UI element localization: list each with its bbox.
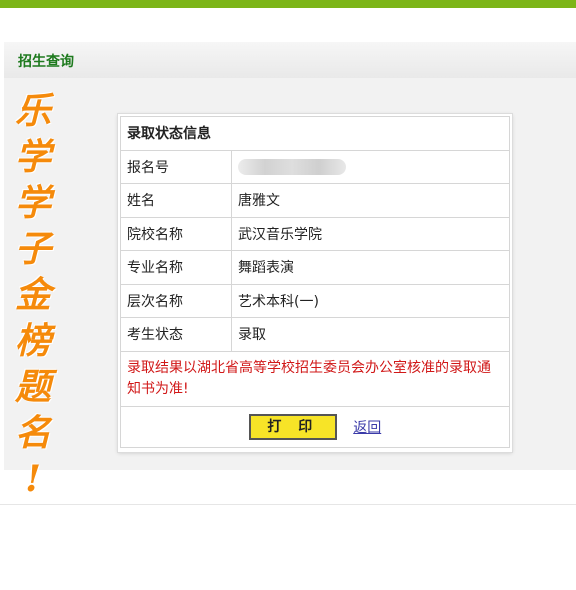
top-accent-bar: [0, 0, 576, 8]
row-label-name: 姓名: [120, 183, 232, 218]
row-value-school: 武汉音乐学院: [231, 216, 510, 251]
notice-row: 录取结果以湖北省高等学校招生委员会办公室核准的录取通知书为准!: [120, 350, 510, 407]
overlay-char: 学: [14, 136, 51, 178]
back-link[interactable]: 返回: [353, 420, 381, 436]
row-value-name: 唐雅文: [231, 183, 510, 218]
admission-status-card: 录取状态信息 报名号 姓名 唐雅文 院校名称 武汉音乐学院 专业名称 舞蹈表演 …: [118, 114, 512, 452]
row-value-major: 舞蹈表演: [231, 250, 510, 285]
overlay-char: 子: [14, 228, 51, 270]
table-row: 姓名 唐雅文: [120, 183, 510, 218]
overlay-char: !: [25, 458, 41, 500]
calligraphy-overlay: 乐 学 学 子 金 榜 题 名 !: [10, 88, 56, 508]
table-row: 层次名称 艺术本科(一): [120, 283, 510, 318]
row-label-level: 层次名称: [120, 283, 232, 318]
row-label-registration-number: 报名号: [120, 149, 232, 184]
table-header-row: 录取状态信息: [120, 116, 510, 151]
table-row: 专业名称 舞蹈表演: [120, 250, 510, 285]
row-value-registration-number: [231, 149, 510, 184]
overlay-char: 学: [14, 182, 51, 224]
admission-info-table: 录取状态信息 报名号 姓名 唐雅文 院校名称 武汉音乐学院 专业名称 舞蹈表演 …: [120, 116, 510, 448]
overlay-char: 乐: [14, 90, 51, 132]
actions-row: 打 印 返回: [120, 405, 510, 448]
card-heading: 录取状态信息: [120, 116, 510, 151]
actions-cell: 打 印 返回: [120, 405, 510, 448]
row-label-school: 院校名称: [120, 216, 232, 251]
row-label-status: 考生状态: [120, 317, 232, 352]
print-button[interactable]: 打 印: [248, 413, 337, 440]
admission-notice: 录取结果以湖北省高等学校招生委员会办公室核准的录取通知书为准!: [120, 350, 510, 407]
overlay-char: 名: [14, 412, 51, 454]
table-row: 院校名称 武汉音乐学院: [120, 216, 510, 251]
divider: [0, 504, 576, 505]
redacted-registration-number: [238, 158, 346, 175]
section-title: 招生查询: [18, 54, 74, 70]
row-label-major: 专业名称: [120, 250, 232, 285]
overlay-char: 榜: [14, 320, 51, 362]
overlay-char: 金: [14, 274, 51, 316]
table-row: 考生状态 录取: [120, 317, 510, 352]
section-header: 招生查询: [4, 42, 576, 79]
table-row: 报名号: [120, 149, 510, 184]
row-value-level: 艺术本科(一): [231, 283, 510, 318]
row-value-status: 录取: [231, 317, 510, 352]
overlay-char: 题: [14, 366, 51, 408]
